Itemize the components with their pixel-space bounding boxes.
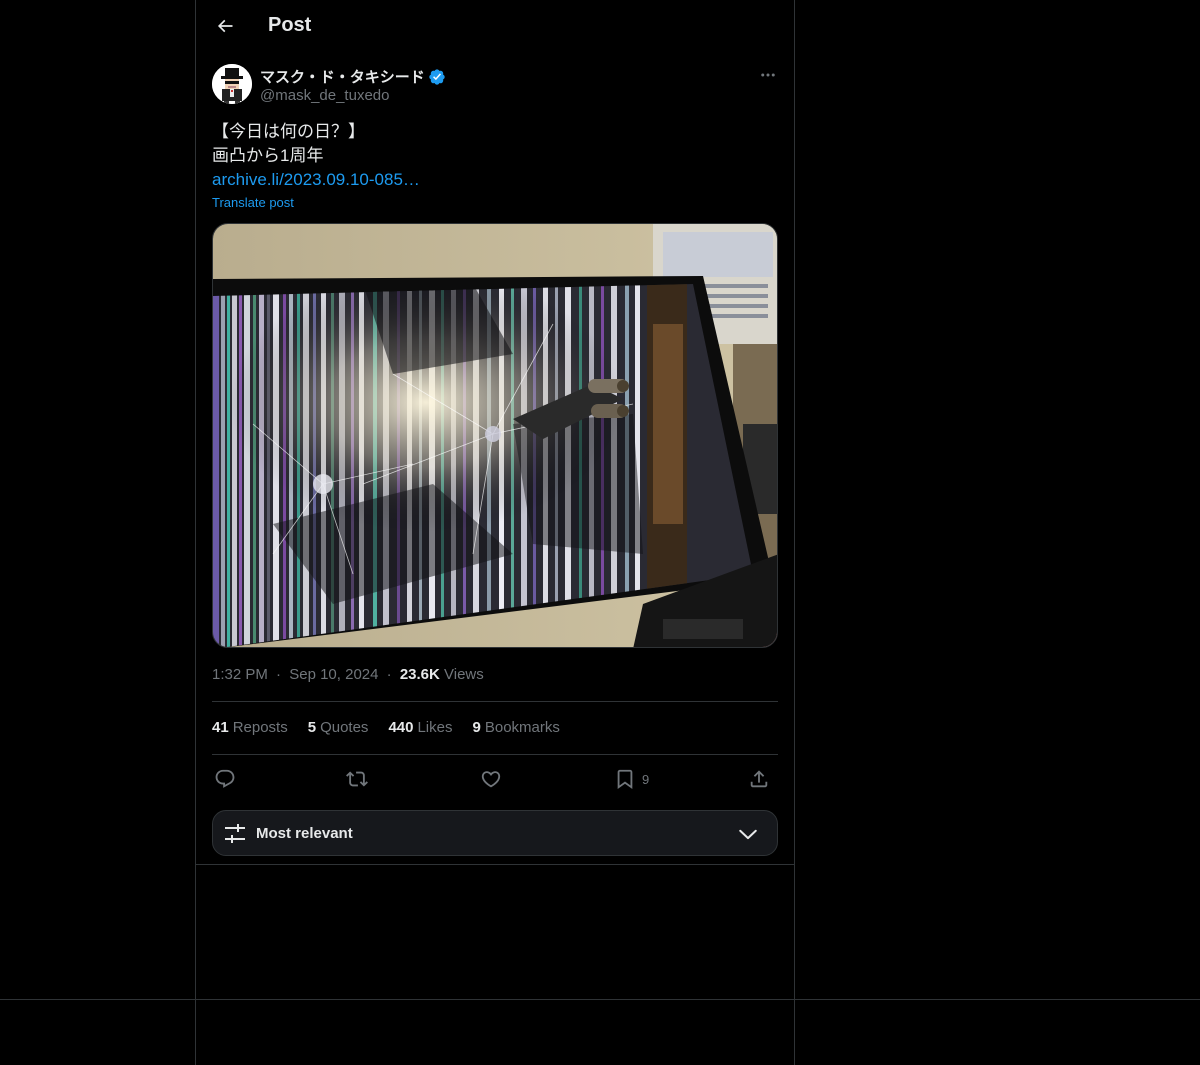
bookmarks-count: 9 bbox=[472, 719, 481, 736]
quotes-count: 5 bbox=[307, 719, 317, 736]
arrow-left-icon bbox=[217, 19, 233, 33]
reply-button[interactable] bbox=[214, 764, 236, 794]
sort-replies-dropdown[interactable]: Most relevant bbox=[212, 810, 778, 856]
post-actions: 9 bbox=[212, 764, 778, 794]
divider bbox=[196, 864, 794, 865]
post-image[interactable] bbox=[212, 223, 778, 648]
page-title: Post bbox=[268, 14, 312, 36]
broken-monitor-photo bbox=[213, 224, 777, 647]
page: Post マスク・ド・タキシード @mask_de_tuxedo 【今日は何の日… bbox=[0, 0, 1200, 1065]
divider bbox=[212, 754, 778, 755]
post-time[interactable]: 1:32 PM bbox=[212, 666, 268, 683]
more-dots-icon bbox=[761, 73, 775, 77]
sliders-icon bbox=[225, 824, 245, 843]
back-button[interactable] bbox=[208, 9, 242, 43]
author-name[interactable]: マスク・ド・タキシード bbox=[260, 66, 446, 87]
bookmark-button[interactable]: 9 bbox=[614, 764, 649, 794]
like-button[interactable] bbox=[480, 764, 502, 794]
views-label: Views bbox=[444, 666, 484, 683]
repost-button[interactable] bbox=[346, 764, 368, 794]
meta-separator: · bbox=[386, 666, 392, 683]
views-count: 23.6K bbox=[399, 666, 440, 683]
bookmarks-label: Bookmarks bbox=[484, 719, 560, 736]
heart-icon bbox=[481, 771, 501, 788]
bookmark-icon bbox=[617, 769, 633, 790]
translate-post-link[interactable]: Translate post bbox=[212, 195, 294, 210]
likes-label: Likes bbox=[417, 719, 453, 736]
post-link[interactable]: archive.li/2023.09.10-085… bbox=[212, 168, 420, 192]
bookmarks-stat[interactable]: 9 Bookmarks bbox=[473, 719, 560, 736]
post-line: 画凸から1周年 bbox=[212, 146, 324, 165]
avatar[interactable] bbox=[212, 64, 252, 104]
post-line: 【今日は何の日？】 bbox=[212, 122, 365, 141]
main-column: Post マスク・ド・タキシード @mask_de_tuxedo 【今日は何の日… bbox=[195, 0, 795, 1065]
quotes-stat[interactable]: 5 Quotes bbox=[308, 719, 369, 736]
likes-stat[interactable]: 440 Likes bbox=[388, 719, 452, 736]
post-date[interactable]: Sep 10, 2024 bbox=[289, 666, 378, 683]
reposts-label: Reposts bbox=[232, 719, 288, 736]
post-meta: 1:32 PM · Sep 10, 2024 · 23.6K Views bbox=[212, 666, 484, 683]
divider bbox=[212, 701, 778, 702]
share-icon bbox=[750, 770, 768, 788]
meta-separator: · bbox=[276, 666, 282, 683]
likes-count: 440 bbox=[388, 719, 414, 736]
sort-label: Most relevant bbox=[256, 825, 353, 842]
quotes-label: Quotes bbox=[320, 719, 369, 736]
verified-badge-icon bbox=[429, 68, 445, 85]
author-name-text: マスク・ド・タキシード bbox=[260, 69, 425, 86]
chevron-down-icon bbox=[739, 829, 757, 840]
more-options-button[interactable] bbox=[756, 64, 780, 86]
reposts-stat[interactable]: 41 Reposts bbox=[212, 719, 288, 736]
post-text: 【今日は何の日？】 画凸から1周年 archive.li/2023.09.10-… bbox=[212, 120, 420, 192]
post-stats: 41 Reposts 5 Quotes 440 Likes 9 Bookmarks bbox=[212, 719, 560, 736]
page-header: Post bbox=[196, 0, 794, 53]
reposts-count: 41 bbox=[212, 719, 229, 736]
repost-icon bbox=[346, 771, 368, 787]
avatar-icon bbox=[212, 64, 252, 104]
share-button[interactable] bbox=[748, 764, 770, 794]
author-handle[interactable]: @mask_de_tuxedo bbox=[260, 87, 389, 104]
reply-icon bbox=[215, 769, 235, 788]
bookmark-count: 9 bbox=[642, 771, 650, 787]
